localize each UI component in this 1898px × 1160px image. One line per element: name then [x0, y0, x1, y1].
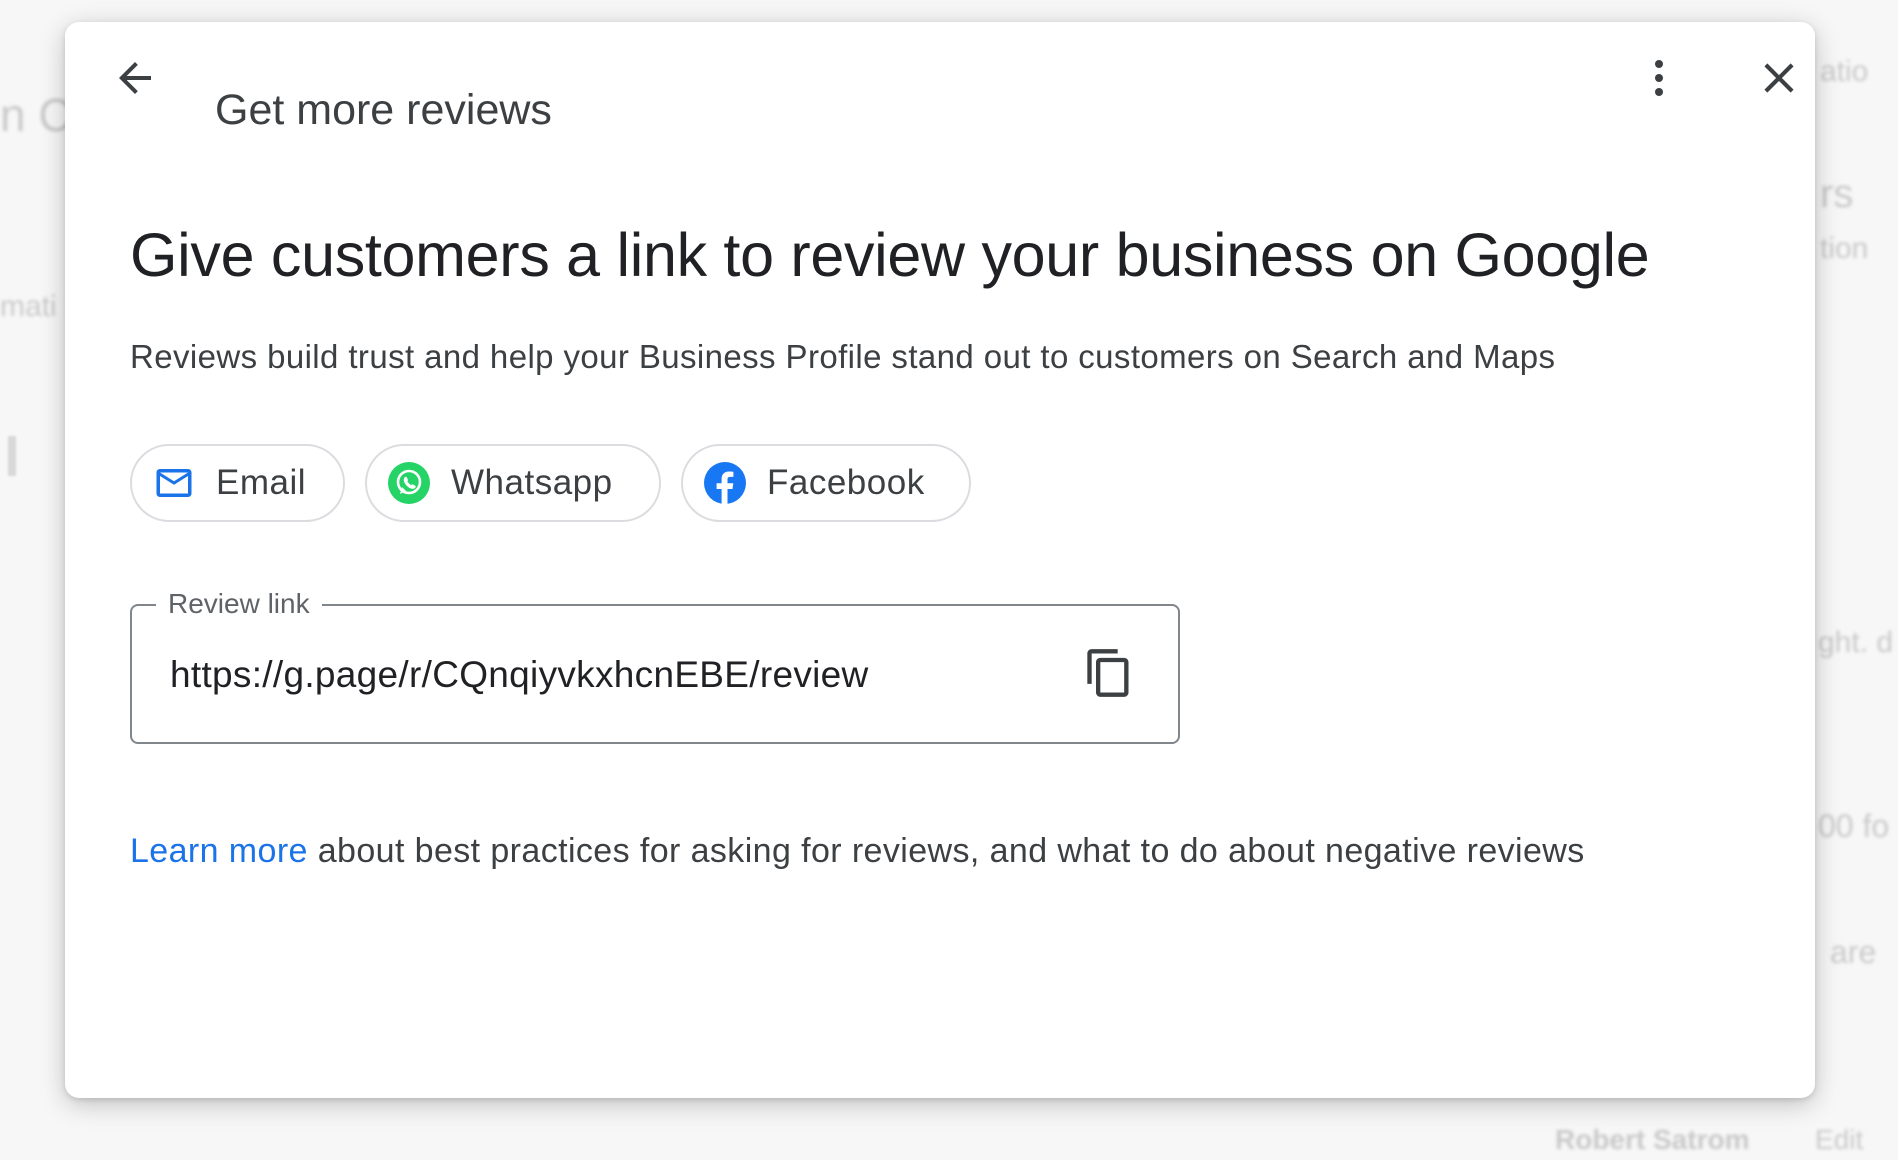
dialog-title: Get more reviews [215, 86, 552, 134]
more-vert-icon [1635, 54, 1683, 107]
share-whatsapp-button[interactable]: Whatsapp [365, 444, 661, 522]
footer-rest-text: about best practices for asking for revi… [307, 832, 1585, 870]
background-text: mati [0, 290, 57, 323]
mail-icon [152, 461, 196, 505]
facebook-icon [703, 461, 747, 505]
background-text: atio [1820, 55, 1869, 88]
background-text: rs [1820, 172, 1854, 216]
learn-more-link[interactable]: Learn more [130, 832, 308, 870]
background-text: ght. d [1818, 626, 1894, 659]
copy-link-button[interactable] [1080, 646, 1138, 704]
background-text: 00 fo [1818, 808, 1890, 844]
main-heading: Give customers a link to review your bus… [130, 221, 1650, 289]
copy-icon [1083, 647, 1135, 704]
background-drag-handle [8, 436, 16, 476]
get-more-reviews-dialog: Get more reviews Give customers a link t… [65, 22, 1815, 1098]
review-link-field[interactable]: Review link https://g.page/r/CQnqiyvkxhc… [130, 586, 1180, 744]
share-email-label: Email [216, 463, 307, 502]
dialog-header: Get more reviews [65, 22, 1815, 162]
share-whatsapp-label: Whatsapp [451, 463, 613, 502]
arrow-back-icon [111, 54, 159, 107]
review-link-value[interactable]: https://g.page/r/CQnqiyvkxhcnEBE/review [170, 654, 869, 696]
share-facebook-label: Facebook [767, 463, 925, 502]
background-text: Edit [1815, 1124, 1864, 1155]
background-text: Robert Satrom [1555, 1124, 1750, 1155]
footer-text: Learn more about best practices for aski… [130, 832, 1585, 871]
review-link-label: Review link [156, 586, 322, 622]
back-button[interactable] [99, 44, 171, 116]
background-text: tion [1820, 232, 1869, 265]
background-text: are [1830, 934, 1877, 970]
close-button[interactable] [1743, 44, 1815, 116]
whatsapp-icon [387, 461, 431, 505]
close-icon [1754, 53, 1804, 108]
share-facebook-button[interactable]: Facebook [681, 444, 971, 522]
more-options-button[interactable] [1623, 44, 1695, 116]
background-text: n C [0, 89, 72, 141]
share-email-button[interactable]: Email [130, 444, 345, 522]
description-text: Reviews build trust and help your Busine… [130, 338, 1556, 375]
